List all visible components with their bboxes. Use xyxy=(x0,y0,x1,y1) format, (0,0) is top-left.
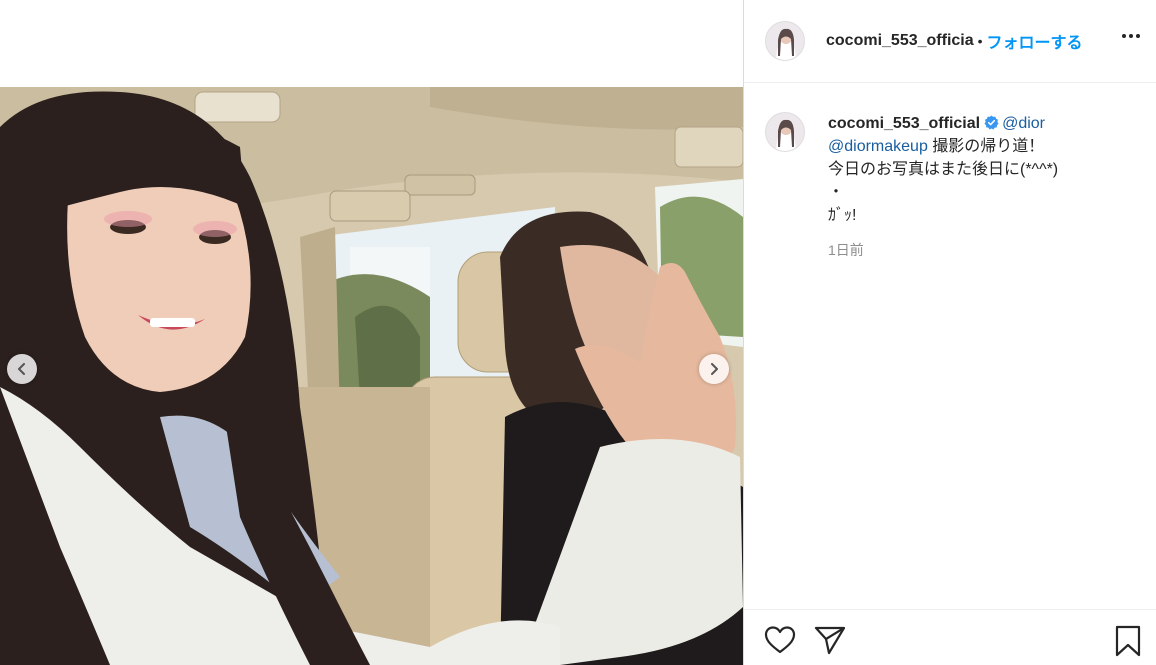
caption-line2: 今日のお写真はまた後日に(*^^*) xyxy=(828,161,1059,178)
post-photo xyxy=(0,87,743,665)
caption-line1: 撮影の帰り道！ xyxy=(932,138,1045,155)
save-button[interactable] xyxy=(1114,625,1142,662)
caption-text: cocomi_553_official @dior @diormakeup 撮影の… xyxy=(828,112,1058,262)
separator-dot: • xyxy=(977,33,983,49)
caption-username[interactable]: cocomi_553_official xyxy=(828,115,980,132)
more-options-icon[interactable] xyxy=(1120,28,1142,44)
post-sidebar: cocomi_553_officia • フォローする cocomi_553_o… xyxy=(743,0,1156,665)
mention-dior[interactable]: @dior xyxy=(1002,115,1045,132)
carousel-next-button[interactable] xyxy=(699,354,729,384)
caption-line4: ｶﾞｯ! xyxy=(828,207,857,224)
chevron-right-icon xyxy=(711,363,718,375)
heart-icon xyxy=(764,626,796,654)
media-column xyxy=(0,0,743,665)
bookmark-icon xyxy=(1115,625,1141,657)
carousel-prev-button[interactable] xyxy=(7,354,37,384)
verified-badge-icon xyxy=(984,115,999,130)
paper-plane-icon xyxy=(814,626,846,655)
caption-line3: ・ xyxy=(828,184,845,201)
action-bar xyxy=(744,609,1156,665)
instagram-post-view: cocomi_553_officia • フォローする cocomi_553_o… xyxy=(0,0,1156,665)
header-username[interactable]: cocomi_553_officia xyxy=(826,32,974,50)
like-button[interactable] xyxy=(764,625,796,660)
caption: cocomi_553_official @dior @diormakeup 撮影の… xyxy=(765,112,1140,262)
share-button[interactable] xyxy=(814,625,846,660)
mention-diormakeup[interactable]: @diormakeup xyxy=(828,138,928,155)
caption-avatar[interactable] xyxy=(765,112,805,152)
follow-button[interactable]: フォローする xyxy=(987,29,1083,53)
avatar[interactable] xyxy=(765,21,805,61)
post-timestamp[interactable]: 1日前 xyxy=(828,239,1058,262)
chevron-left-icon xyxy=(18,363,25,375)
post-header: cocomi_553_officia • フォローする xyxy=(744,0,1156,83)
